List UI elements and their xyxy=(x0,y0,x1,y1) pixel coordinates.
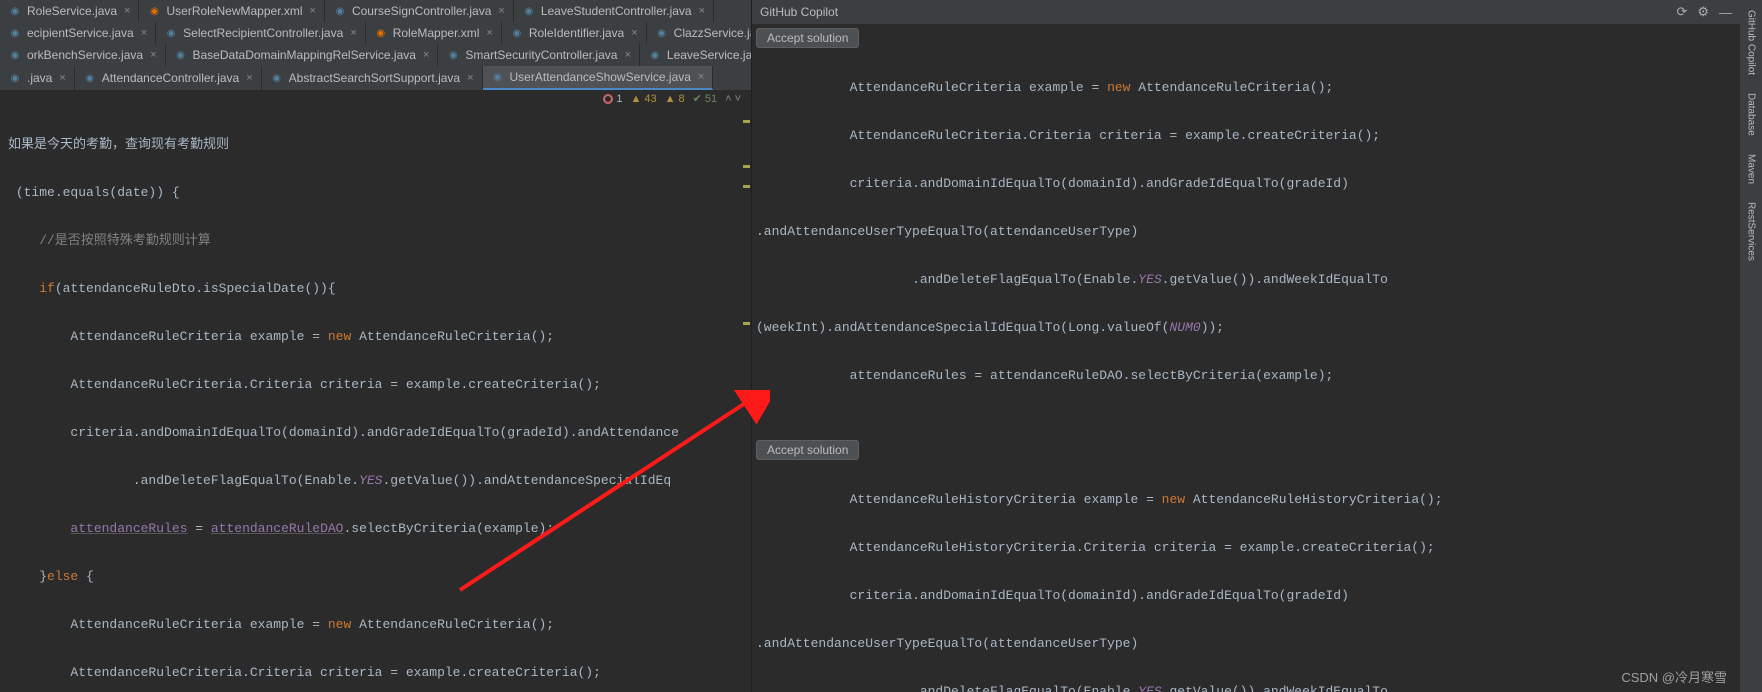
tab-label: orkBenchService.java xyxy=(27,48,143,62)
close-icon[interactable]: × xyxy=(310,5,316,17)
tab-label: SelectRecipientController.java xyxy=(183,26,343,40)
minimize-icon[interactable]: — xyxy=(1719,5,1732,20)
copilot-header: GitHub Copilot ⟳ ⚙ — xyxy=(752,0,1740,24)
editor-tab[interactable]: ◉ UserRoleNewMapper.xml × xyxy=(139,0,324,22)
refresh-icon[interactable]: ⟳ xyxy=(1676,4,1687,20)
java-file-icon: ◉ xyxy=(8,48,22,62)
tab-label: RoleIdentifier.java xyxy=(529,26,624,40)
tool-window-bar: GitHub Copilot Database Maven RestServic… xyxy=(1740,0,1762,692)
tab-label: ecipientService.java xyxy=(27,26,134,40)
typo-icon: ✔ xyxy=(693,92,702,105)
weak-warning-count: 8 xyxy=(679,93,685,105)
editor-tab[interactable]: ◉ AbstractSearchSortSupport.java × xyxy=(262,66,483,90)
xml-file-icon: ◉ xyxy=(147,4,161,18)
editor-tab[interactable]: ◉ RoleService.java × xyxy=(0,0,139,22)
close-icon[interactable]: × xyxy=(124,5,130,17)
editor-tab[interactable]: ◉ UserAttendanceShowService.java × xyxy=(483,66,714,90)
close-icon[interactable]: × xyxy=(350,27,356,39)
xml-file-icon: ◉ xyxy=(374,26,388,40)
typo-count: 51 xyxy=(705,93,717,105)
tab-label: ClazzService.java xyxy=(674,26,751,40)
sidebar-rest[interactable]: RestServices xyxy=(1746,198,1757,265)
editor-tab[interactable]: ◉ LeaveStudentController.java × xyxy=(514,0,714,22)
close-icon[interactable]: × xyxy=(59,72,65,84)
tab-label: UserAttendanceShowService.java xyxy=(510,70,691,84)
java-file-icon: ◉ xyxy=(648,48,662,62)
tab-label: AbstractSearchSortSupport.java xyxy=(289,71,460,85)
editor-tab[interactable]: ◉ RoleMapper.xml × xyxy=(366,22,502,44)
editor-tab[interactable]: ◉ .java × xyxy=(0,66,75,90)
editor-tab[interactable]: ◉ SmartSecurityController.java × xyxy=(438,44,640,66)
tab-label: BaseDataDomainMappingRelService.java xyxy=(193,48,416,62)
close-icon[interactable]: × xyxy=(486,27,492,39)
warning-count: 43 xyxy=(644,93,656,105)
editor-tab[interactable]: ◉ClazzService.java× xyxy=(647,22,751,44)
tab-label: LeaveStudentController.java xyxy=(541,4,692,18)
close-icon[interactable]: × xyxy=(141,27,147,39)
watermark: CSDN @冷月寒雪 xyxy=(1621,667,1727,686)
close-icon[interactable]: × xyxy=(624,49,630,61)
sidebar-database[interactable]: Database xyxy=(1746,89,1757,140)
editor-tab[interactable]: ◉LeaveService.java× xyxy=(640,44,751,66)
java-file-icon: ◉ xyxy=(446,48,460,62)
java-file-icon: ◉ xyxy=(83,71,97,85)
editor-tab[interactable]: ◉ BaseDataDomainMappingRelService.java × xyxy=(166,44,439,66)
tab-label: .java xyxy=(27,71,52,85)
warning-icon: ▲ xyxy=(630,93,641,105)
editor[interactable]: 如果是今天的考勤，查询现有考勤规则 (time.equals(date)) { … xyxy=(0,107,751,692)
close-icon[interactable]: × xyxy=(699,5,705,17)
java-file-icon: ◉ xyxy=(8,26,22,40)
copilot-title: GitHub Copilot xyxy=(760,5,838,19)
tab-label: RoleMapper.xml xyxy=(393,26,480,40)
java-file-icon: ◉ xyxy=(522,4,536,18)
gear-icon[interactable]: ⚙ xyxy=(1697,4,1709,20)
solution-1: AttendanceRuleCriteria example = new Att… xyxy=(752,52,1740,436)
editor-tab[interactable]: ◉ SelectRecipientController.java × xyxy=(156,22,366,44)
tab-label: UserRoleNewMapper.xml xyxy=(166,4,302,18)
java-file-icon: ◉ xyxy=(510,26,524,40)
java-file-icon: ◉ xyxy=(655,26,669,40)
sidebar-copilot[interactable]: GitHub Copilot xyxy=(1746,6,1757,79)
close-icon[interactable]: × xyxy=(631,27,637,39)
accept-solution-button[interactable]: Accept solution xyxy=(756,28,859,48)
tab-label: CourseSignController.java xyxy=(352,4,491,18)
error-icon xyxy=(603,94,613,104)
java-file-icon: ◉ xyxy=(333,4,347,18)
editor-tab[interactable]: ◉ CourseSignController.java × xyxy=(325,0,514,22)
editor-tab[interactable]: ◉ AttendanceController.java × xyxy=(75,66,262,90)
close-icon[interactable]: × xyxy=(498,5,504,17)
weak-warning-icon: ▲ xyxy=(665,93,676,105)
sidebar-maven[interactable]: Maven xyxy=(1746,150,1757,188)
solution-2: AttendanceRuleHistoryCriteria example = … xyxy=(752,464,1740,692)
tab-label: AttendanceController.java xyxy=(102,71,239,85)
java-file-icon: ◉ xyxy=(174,48,188,62)
marker-bar[interactable] xyxy=(740,110,750,692)
java-file-icon: ◉ xyxy=(491,70,505,84)
close-icon[interactable]: × xyxy=(150,49,156,61)
editor-tabs: ◉RoleService.java×◉UserRoleNewMapper.xml… xyxy=(0,0,751,90)
java-file-icon: ◉ xyxy=(164,26,178,40)
tab-label: LeaveService.java xyxy=(667,48,751,62)
tab-label: RoleService.java xyxy=(27,4,117,18)
close-icon[interactable]: × xyxy=(246,72,252,84)
editor-tab[interactable]: ◉ ecipientService.java × xyxy=(0,22,156,44)
close-icon[interactable]: × xyxy=(423,49,429,61)
editor-tab[interactable]: ◉ RoleIdentifier.java × xyxy=(502,22,647,44)
java-file-icon: ◉ xyxy=(8,71,22,85)
editor-tab[interactable]: ◉ orkBenchService.java × xyxy=(0,44,166,66)
chevron-updown-icon[interactable]: ˄ ˅ xyxy=(725,93,741,105)
error-count: 1 xyxy=(616,93,622,105)
close-icon[interactable]: × xyxy=(467,72,473,84)
close-icon[interactable]: × xyxy=(698,71,704,83)
inspection-status: 1 ▲43 ▲8 ✔51 ˄ ˅ xyxy=(0,90,751,107)
accept-solution-button[interactable]: Accept solution xyxy=(756,440,859,460)
java-file-icon: ◉ xyxy=(270,71,284,85)
java-file-icon: ◉ xyxy=(8,4,22,18)
tab-label: SmartSecurityController.java xyxy=(465,48,617,62)
